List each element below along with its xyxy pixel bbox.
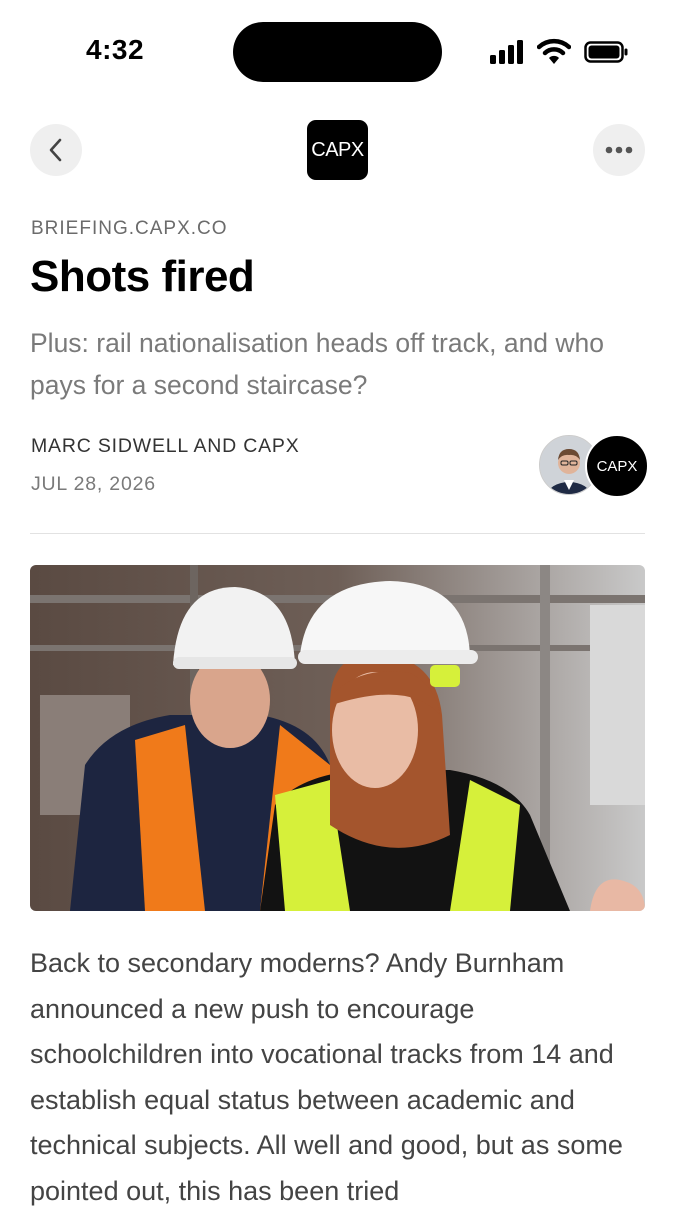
status-bar: 4:32 (0, 0, 675, 100)
back-button[interactable] (30, 124, 82, 176)
more-options-button[interactable] (593, 124, 645, 176)
article-subtitle: Plus: rail nationalisation heads off tra… (30, 328, 605, 400)
battery-icon (584, 41, 628, 63)
chevron-left-icon (49, 138, 62, 162)
article-title: Shots fired (30, 252, 255, 301)
publication-avatar[interactable]: CAPX (585, 434, 649, 498)
dynamic-island (233, 22, 442, 82)
article-source[interactable]: BRIEFING.CAPX.CO (31, 218, 228, 240)
wifi-icon (537, 38, 571, 64)
ellipsis-icon (605, 146, 633, 154)
publication-avatar-text: CAPX (596, 457, 638, 475)
header-divider (30, 533, 645, 534)
article-body: Back to secondary moderns? Andy Burnham … (30, 948, 623, 1206)
hero-photo (30, 565, 645, 911)
article-author[interactable]: MARC SIDWELL AND CAPX (31, 435, 300, 458)
article-date: JUL 28, 2026 (31, 473, 156, 495)
cellular-signal-icon (490, 40, 523, 64)
status-time: 4:32 (86, 34, 145, 65)
publication-logo[interactable]: CAPX (307, 120, 368, 180)
article-hero-image[interactable] (30, 565, 645, 911)
publication-logo-text: CAPX (311, 138, 364, 161)
